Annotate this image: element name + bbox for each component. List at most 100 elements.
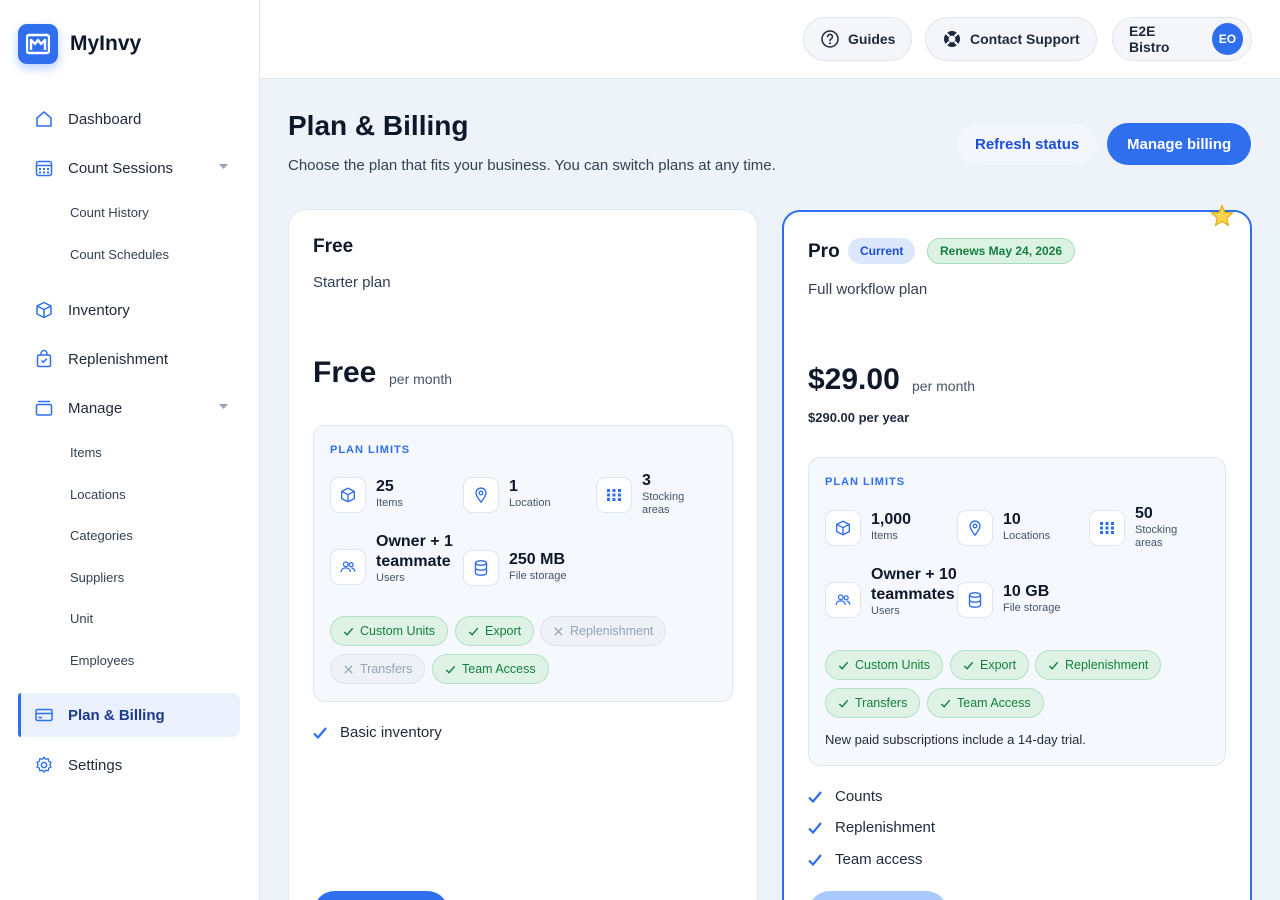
sidebar-subitem-count-schedules[interactable]: Count Schedules [70, 245, 169, 265]
feature-item: Team access [808, 851, 923, 868]
map-pin-icon [957, 510, 993, 546]
sidebar-item-inventory[interactable]: Inventory [18, 288, 240, 332]
check-icon [940, 699, 951, 708]
limit-label: Users [376, 572, 405, 584]
feature-chip-export: Export [950, 650, 1030, 680]
limit-locations: 1 Location [463, 477, 551, 513]
users-icon [330, 549, 366, 585]
limit-value: 10 [1003, 511, 1021, 528]
limit-label: File storage [1003, 602, 1061, 614]
plan-price: $29.00 [808, 363, 900, 396]
sidebar-item-label: Dashboard [68, 110, 142, 128]
plan-limits: PLAN LIMITS 1,000 Items 10 Locations 50 Sto… [808, 457, 1226, 766]
feature-chip-export: Export [455, 616, 535, 646]
price-period: per month [389, 371, 453, 387]
limit-label: Items [376, 497, 403, 509]
sidebar-subitem-employees[interactable]: Employees [70, 651, 134, 671]
brand-name: MyInvy [70, 32, 142, 55]
plan-price: Free [313, 356, 377, 389]
sidebar-item-plan-billing[interactable]: Plan & Billing [18, 693, 240, 737]
renewal-badge: Renews May 24, 2026 [927, 238, 1076, 264]
limit-value: 50 [1135, 505, 1153, 522]
limit-label: File storage [509, 570, 567, 582]
brand[interactable]: MyInvy [18, 24, 141, 64]
feature-chip-custom-units: Custom Units [825, 650, 944, 680]
sidebar-item-settings[interactable]: Settings [18, 743, 240, 787]
plan-name: Pro [808, 241, 840, 262]
map-pin-icon [463, 477, 499, 513]
plan-limits-title: PLAN LIMITS [330, 444, 411, 456]
manage-billing-button[interactable]: Manage billing [1107, 123, 1252, 165]
check-icon [468, 627, 479, 636]
feature-chip-team-access: Team Access [927, 688, 1044, 718]
guides-button[interactable]: Guides [803, 17, 913, 61]
feature-chip-transfers: Transfers [825, 688, 921, 718]
feature-chip-custom-units: Custom Units [330, 616, 449, 646]
check-icon [808, 821, 822, 834]
limit-file-storage: 250 MB File storage [463, 550, 566, 586]
feature-item: Counts [808, 788, 883, 805]
shopping-bag-icon [36, 349, 52, 368]
sidebar-subitem-items[interactable]: Items [70, 443, 102, 463]
sidebar: MyInvy Dashboard Count Sessions Count Hi… [0, 0, 260, 900]
limit-value: 1 [509, 478, 518, 495]
sidebar-item-dashboard[interactable]: Dashboard [18, 97, 240, 141]
sidebar-item-label: Plan & Billing [68, 706, 165, 724]
limit-users: Owner + 10 teammates Users [825, 565, 967, 618]
feature-chip-team-access: Team Access [432, 654, 549, 684]
help-circle-icon [821, 30, 839, 48]
chevron-down-icon[interactable] [219, 164, 228, 170]
sidebar-item-count-sessions[interactable]: Count Sessions [18, 146, 240, 190]
grid-icon [1089, 510, 1125, 546]
refresh-status-button[interactable]: Refresh status [957, 124, 1098, 165]
sidebar-subitem-count-history[interactable]: Count History [70, 203, 149, 223]
chevron-down-icon[interactable] [219, 404, 228, 410]
limit-label: Users [871, 605, 900, 617]
topbar: Guides Contact Support E2E Bistro EO [260, 0, 1280, 79]
contact-support-label: Contact Support [970, 31, 1080, 47]
feature-chip-transfers: Transfers [330, 654, 426, 684]
select-free-plan-button[interactable] [313, 891, 449, 900]
limit-label: Stocking areas [642, 491, 685, 516]
sidebar-subitem-unit[interactable]: Unit [70, 609, 93, 629]
check-icon [313, 726, 327, 739]
limit-label: Items [871, 530, 898, 542]
limit-users: Owner + 1 teammate Users [330, 532, 466, 585]
limit-value: Owner + 1 teammate [376, 533, 453, 570]
plan-card-free: Free Starter plan Free per month PLAN LI… [288, 209, 758, 900]
feature-chip-replenishment: Replenishment [1035, 650, 1162, 680]
sidebar-item-label: Replenishment [68, 350, 169, 368]
check-icon [963, 661, 974, 670]
check-icon [838, 699, 849, 708]
sidebar-subitem-categories[interactable]: Categories [70, 526, 133, 546]
plan-name: Free [313, 236, 354, 257]
current-plan-button[interactable] [808, 891, 948, 900]
plan-card-pro: Pro Current Renews May 24, 2026 Full wor… [782, 204, 1252, 900]
sidebar-item-manage[interactable]: Manage [18, 386, 240, 430]
limit-value: 3 [642, 472, 651, 489]
star-icon [1210, 204, 1234, 227]
calendar-icon [35, 160, 53, 177]
limit-locations: 10 Locations [957, 510, 1050, 546]
limit-items: 25 Items [330, 477, 403, 513]
avatar: EO [1211, 23, 1243, 55]
gear-icon [36, 756, 52, 773]
limit-value: 10 GB [1003, 583, 1050, 600]
guides-label: Guides [848, 31, 896, 47]
feature-item: Replenishment [808, 819, 935, 836]
users-icon [825, 582, 861, 618]
database-icon [463, 550, 499, 586]
sidebar-item-replenishment[interactable]: Replenishment [18, 337, 240, 381]
feature-item: Basic inventory [313, 724, 442, 741]
org-switcher[interactable]: E2E Bistro EO [1112, 17, 1252, 61]
sidebar-subitem-suppliers[interactable]: Suppliers [70, 568, 124, 588]
sidebar-subitem-locations[interactable]: Locations [70, 485, 126, 505]
limit-value: 250 MB [509, 551, 566, 568]
limit-file-storage: 10 GB File storage [957, 582, 1060, 618]
contact-support-button[interactable]: Contact Support [925, 17, 1097, 61]
trial-note: New paid subscriptions include a 14-day … [825, 732, 1086, 747]
archive-icon [35, 400, 53, 416]
check-icon [808, 853, 822, 866]
page-subtitle: Choose the plan that fits your business.… [288, 157, 776, 174]
check-icon [343, 627, 354, 636]
